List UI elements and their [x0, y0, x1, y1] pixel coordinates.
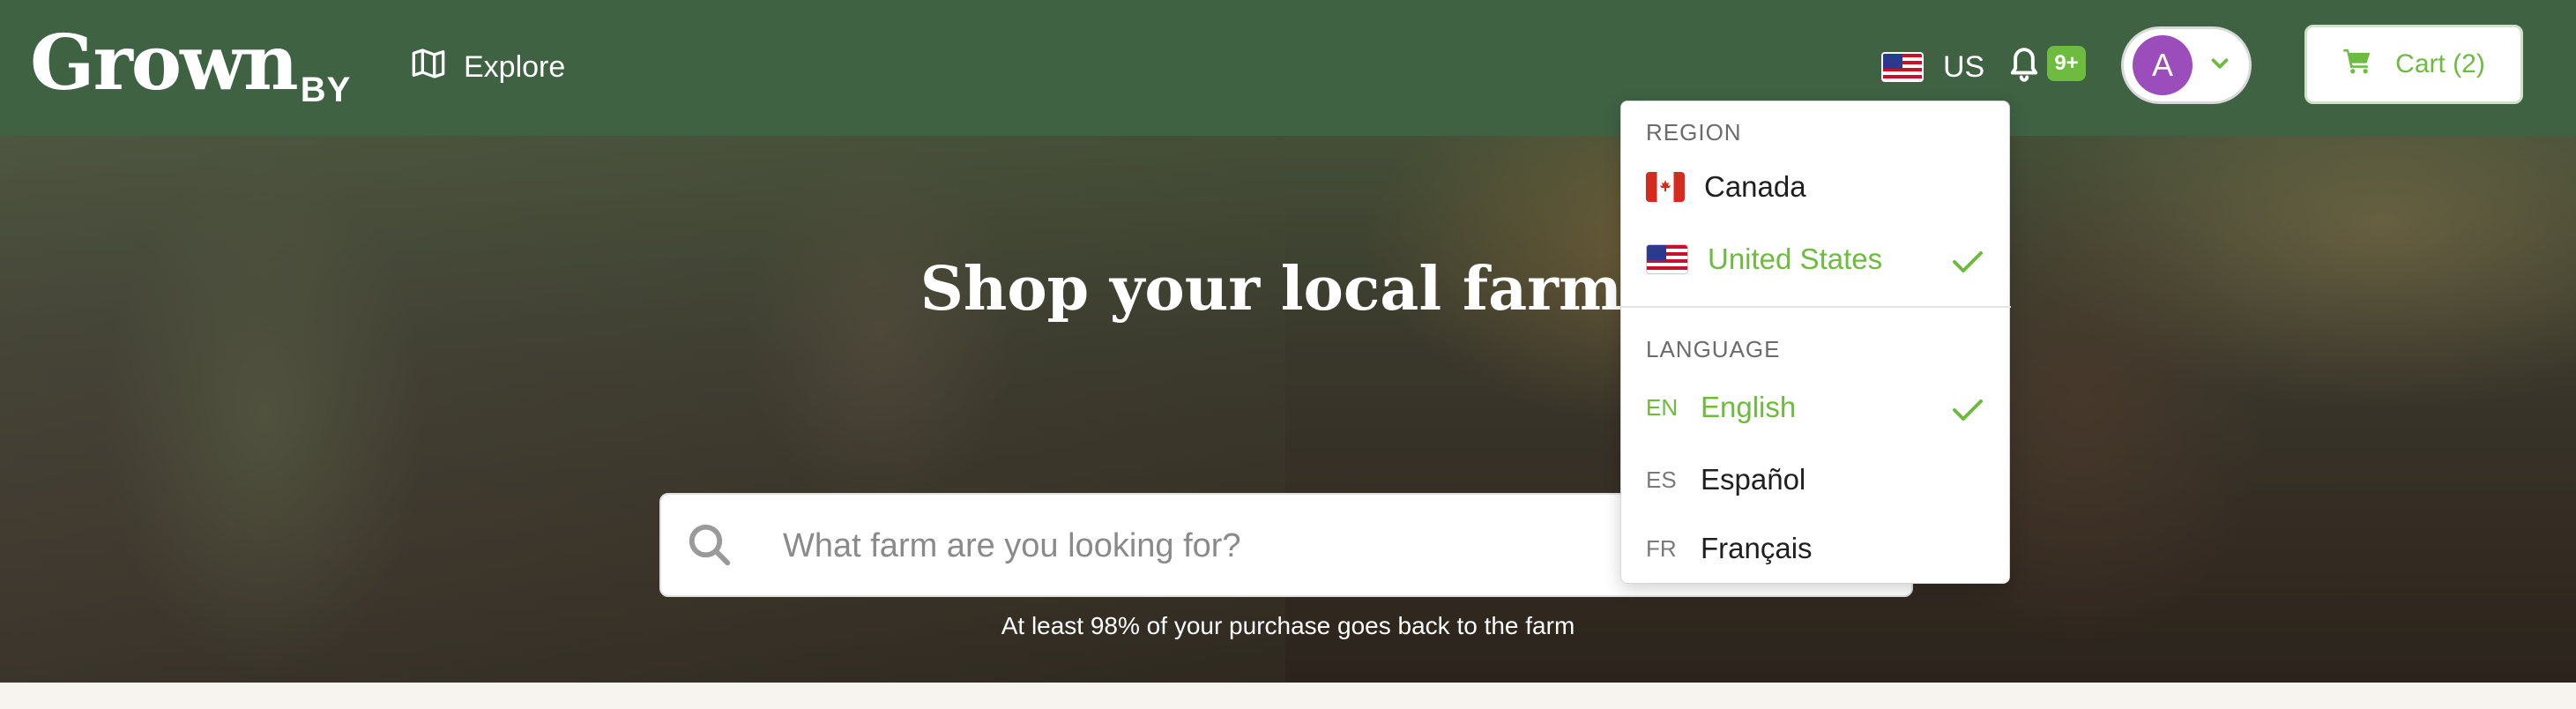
us-flag-icon	[1881, 52, 1924, 82]
hero-tagline: At least 98% of your purchase goes back …	[1001, 612, 1575, 639]
explore-label: Explore	[464, 49, 566, 84]
cart-icon	[2342, 47, 2372, 82]
language-option-label: Español	[1701, 463, 1806, 496]
language-section-title: LANGUAGE	[1646, 336, 1781, 362]
avatar: A	[2133, 35, 2193, 95]
map-icon	[411, 46, 446, 89]
logo-text: Grown	[30, 19, 299, 108]
region-language-toggle[interactable]: US	[1881, 44, 1984, 90]
region-option-united-states[interactable]: United States	[1621, 230, 2011, 288]
explore-link[interactable]: Explore	[411, 42, 565, 92]
notifications-badge: 9+	[2047, 46, 2086, 81]
language-code: FR	[1646, 534, 1677, 562]
top-navbar: Grown BY Explore US 9+ A Cart (2)	[0, 0, 2576, 136]
region-option-label: United States	[1708, 243, 1883, 275]
language-option-english[interactable]: EN English	[1621, 378, 2011, 437]
language-option-espanol[interactable]: ES Español	[1621, 451, 2011, 509]
dropdown-divider	[1621, 306, 2011, 308]
language-option-francais[interactable]: FR Français	[1621, 519, 2011, 578]
region-option-canada[interactable]: Canada	[1621, 158, 2011, 216]
cart-label: Cart (2)	[2395, 49, 2485, 78]
notifications-button[interactable]	[2006, 42, 2045, 88]
region-option-label: Canada	[1704, 170, 1806, 203]
language-code: EN	[1646, 393, 1679, 421]
language-code: ES	[1646, 466, 1677, 493]
language-option-label: English	[1701, 391, 1797, 423]
region-language-dropdown: REGION Canada United States LANGUAGE EN …	[1620, 101, 2011, 584]
account-menu-button[interactable]: A	[2121, 26, 2252, 104]
page-content-edge	[0, 683, 2576, 709]
chevron-down-icon	[2207, 50, 2233, 81]
us-flag-icon	[1646, 244, 1688, 274]
logo-by-text: BY	[300, 71, 352, 109]
region-code: US	[1943, 49, 1985, 84]
checkmark-icon	[1951, 248, 1984, 272]
hero-banner	[0, 136, 2576, 683]
canada-flag-icon	[1646, 172, 1685, 202]
cart-button[interactable]: Cart (2)	[2304, 25, 2523, 104]
region-section-title: REGION	[1646, 119, 1742, 146]
bell-icon	[2006, 48, 2042, 86]
hero-overlay	[0, 136, 2576, 683]
checkmark-icon	[1951, 396, 1984, 421]
hero-title: Shop your local farms	[919, 254, 1657, 325]
grownby-logo[interactable]: Grown BY	[30, 19, 351, 110]
language-option-label: Français	[1701, 532, 1813, 564]
